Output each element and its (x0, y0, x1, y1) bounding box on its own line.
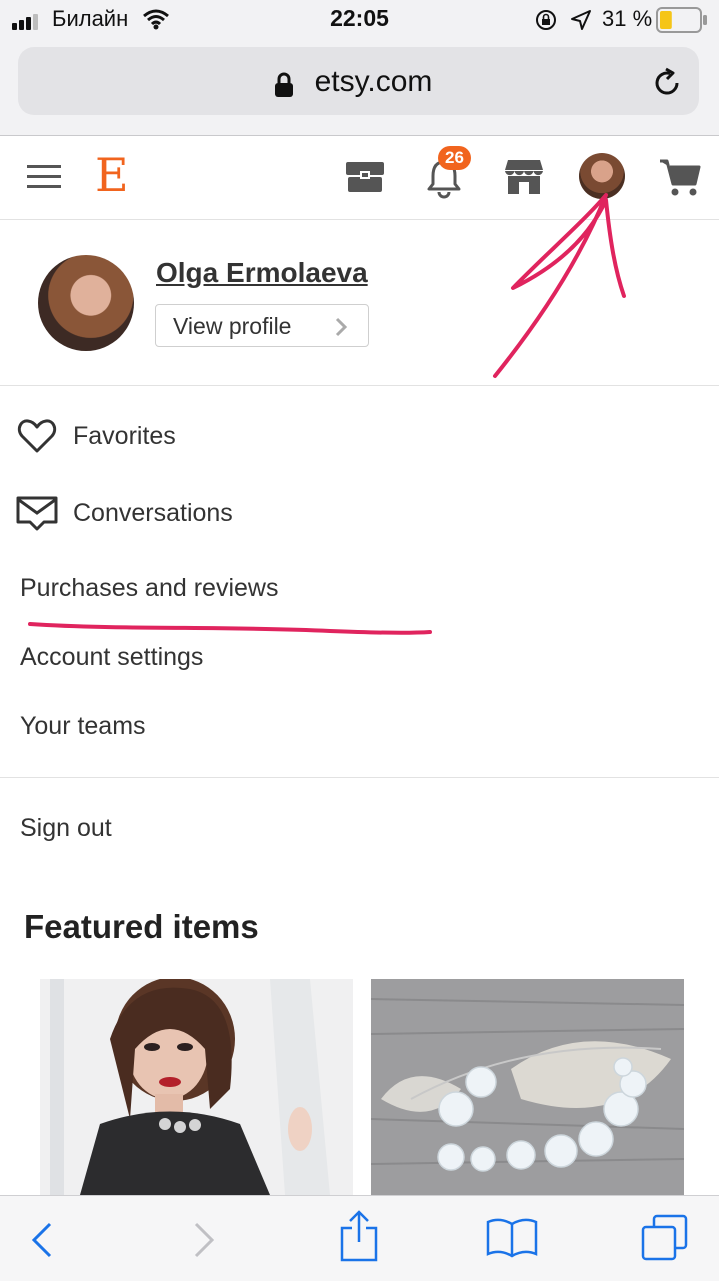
annotation-underline (28, 622, 432, 635)
annotation-overlay (28, 193, 626, 635)
annotation-arrow (493, 193, 626, 378)
